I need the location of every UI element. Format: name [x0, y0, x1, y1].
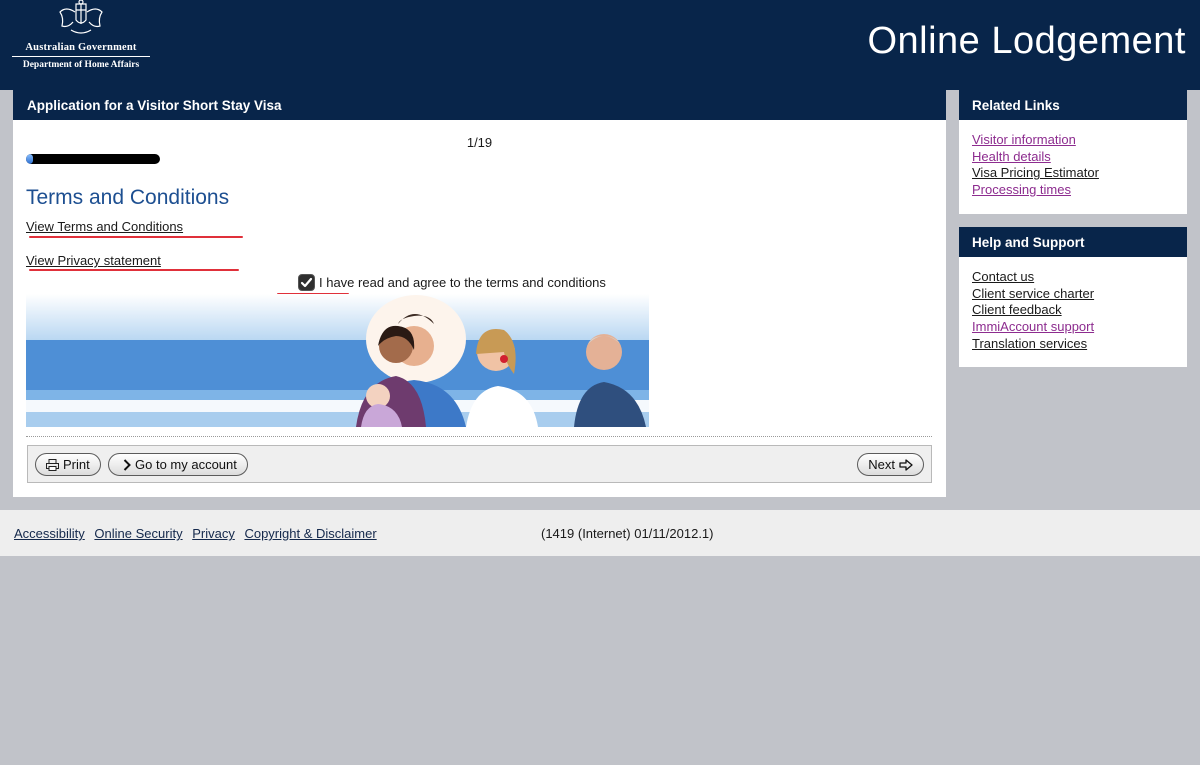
application-panel: Application for a Visitor Short Stay Vis… — [13, 90, 946, 497]
step-counter: 1/19 — [466, 135, 493, 150]
agree-terms-checkbox[interactable] — [298, 273, 315, 291]
related-links-panel: Related Links Visitor information Health… — [959, 90, 1187, 214]
visitor-information-link[interactable]: Visitor information — [972, 132, 1076, 147]
chevron-right-icon — [123, 458, 131, 471]
agree-terms-label: I have read and agree to the terms and c… — [319, 274, 606, 290]
version-info: (1419 (Internet) 01/11/2012.1) — [541, 526, 714, 541]
print-button-label: Print — [63, 457, 90, 472]
help-support-list: Contact us Client service charter Client… — [959, 257, 1187, 360]
visa-pricing-estimator-link[interactable]: Visa Pricing Estimator — [972, 165, 1099, 180]
online-security-link[interactable]: Online Security — [94, 526, 182, 541]
next-button[interactable]: Next — [857, 453, 924, 476]
top-nav-fragment — [1042, 0, 1186, 2]
related-links-title: Related Links — [959, 90, 1187, 120]
view-terms-link[interactable]: View Terms and Conditions — [26, 219, 183, 234]
site-title: Online Lodgement — [867, 20, 1186, 62]
accessibility-link[interactable]: Accessibility — [14, 526, 85, 541]
list-item: Client feedback — [972, 302, 1187, 319]
arrow-right-icon — [899, 458, 913, 471]
translation-services-link[interactable]: Translation services — [972, 336, 1087, 351]
client-service-charter-link[interactable]: Client service charter — [972, 286, 1094, 301]
progress-bar — [26, 154, 160, 164]
client-feedback-link[interactable]: Client feedback — [972, 302, 1062, 317]
section-title: Terms and Conditions — [26, 186, 230, 209]
health-details-link[interactable]: Health details — [972, 149, 1051, 164]
site-footer: Accessibility Online Security Privacy Co… — [0, 510, 1200, 556]
site-header: Australian Government Department of Home… — [0, 0, 1200, 90]
printer-icon — [46, 458, 59, 471]
list-item: Visitor information — [972, 132, 1187, 149]
list-item: ImmiAccount support — [972, 319, 1187, 336]
list-item: Contact us — [972, 269, 1187, 286]
banner-illustration — [26, 294, 649, 427]
progress-fill — [26, 154, 33, 164]
copyright-disclaimer-link[interactable]: Copyright & Disclaimer — [244, 526, 376, 541]
agree-terms-row: I have read and agree to the terms and c… — [298, 271, 606, 293]
family-banner-image — [26, 294, 649, 427]
immiaccount-support-link[interactable]: ImmiAccount support — [972, 319, 1094, 334]
list-item: Translation services — [972, 336, 1187, 353]
next-button-label: Next — [868, 457, 895, 472]
list-item: Client service charter — [972, 286, 1187, 303]
checkmark-icon — [300, 277, 313, 287]
government-name: Australian Government — [12, 42, 150, 57]
go-to-account-button[interactable]: Go to my account — [108, 453, 248, 476]
help-support-title: Help and Support — [959, 227, 1187, 257]
privacy-link[interactable]: Privacy — [192, 526, 235, 541]
section-divider — [26, 436, 932, 437]
coat-of-arms-icon — [59, 0, 103, 34]
view-privacy-link[interactable]: View Privacy statement — [26, 253, 161, 268]
help-support-panel: Help and Support Contact us Client servi… — [959, 227, 1187, 367]
action-bar: Print Go to my account Next — [27, 445, 932, 483]
annotation-underline — [29, 236, 243, 238]
processing-times-link[interactable]: Processing times — [972, 182, 1071, 197]
department-name: Department of Home Affairs — [22, 60, 140, 70]
go-to-account-label: Go to my account — [135, 457, 237, 472]
list-item: Visa Pricing Estimator — [972, 165, 1187, 182]
print-button[interactable]: Print — [35, 453, 101, 476]
list-item: Processing times — [972, 182, 1187, 199]
related-links-list: Visitor information Health details Visa … — [959, 120, 1187, 207]
contact-us-link[interactable]: Contact us — [972, 269, 1034, 284]
application-title: Application for a Visitor Short Stay Vis… — [13, 90, 946, 120]
list-item: Health details — [972, 149, 1187, 166]
footer-links: Accessibility Online Security Privacy Co… — [14, 526, 383, 541]
government-logo[interactable]: Australian Government Department of Home… — [12, 0, 150, 80]
annotation-underline — [29, 269, 239, 271]
